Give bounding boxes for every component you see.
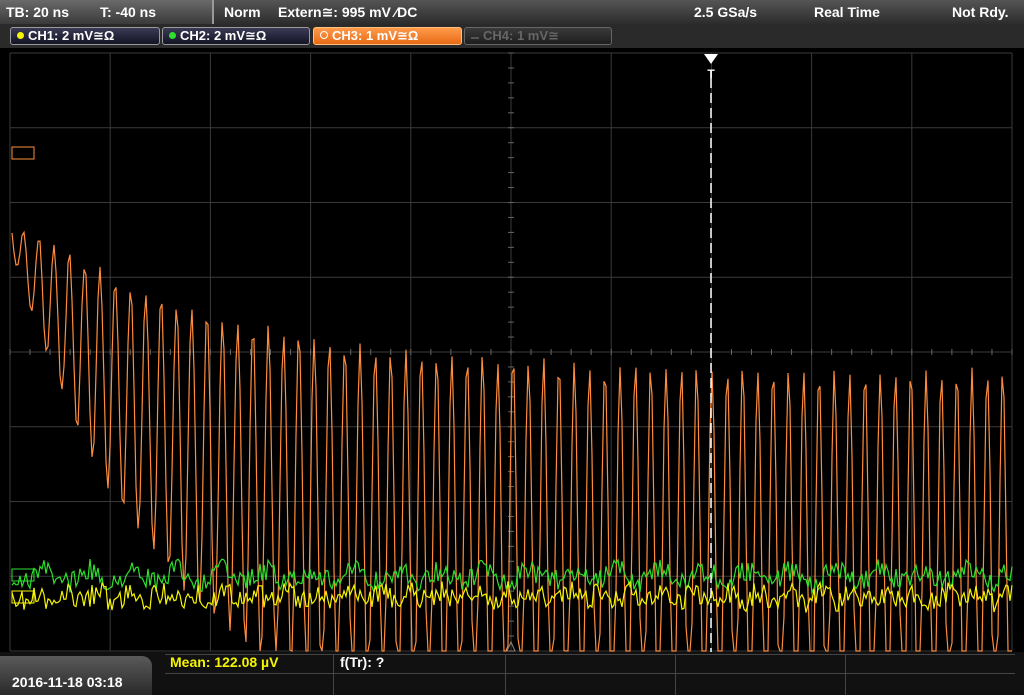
channel-2-label: CH2: 2 mV≅Ω xyxy=(180,28,267,43)
measurement-divider xyxy=(165,654,1015,655)
channel-2-button[interactable]: CH2: 2 mV≅Ω xyxy=(162,27,310,45)
trigger-marker-label: T xyxy=(707,67,715,81)
channel-button-row: CH1: 2 mV≅Ω CH2: 2 mV≅Ω CH3: 1 mV≅Ω CH4:… xyxy=(0,24,1024,48)
run-status-label: Not Rdy. xyxy=(952,4,1009,20)
measurement-divider xyxy=(845,654,846,695)
ftr-measurement[interactable]: f(Tr): ? xyxy=(340,654,384,672)
datetime-label: 2016-11-18 03:18 xyxy=(12,674,123,690)
acquisition-mode-label[interactable]: Real Time xyxy=(814,4,880,20)
channel-2-dot-icon xyxy=(169,32,176,39)
waveform-display[interactable]: T xyxy=(0,48,1024,652)
datetime-box: 2016-11-18 03:18 xyxy=(0,656,152,695)
measurement-divider xyxy=(165,673,1015,674)
channel-1-dot-icon xyxy=(17,32,24,39)
channel-3-button[interactable]: CH3: 1 mV≅Ω xyxy=(313,27,462,45)
channel-1-trace xyxy=(11,580,1013,613)
trigger-time-label[interactable]: T: -40 ns xyxy=(100,4,156,20)
channel-3-dot-icon xyxy=(320,31,328,39)
timebase-box[interactable]: TB: 20 ns T: -40 ns xyxy=(0,0,214,24)
channel-4-dot-icon xyxy=(471,37,479,39)
channel-4-button[interactable]: CH4: 1 mV≅ xyxy=(464,27,612,45)
channel-1-label: CH1: 2 mV≅Ω xyxy=(28,28,115,43)
channel-3-level-marker xyxy=(11,146,35,160)
sample-rate-label[interactable]: 2.5 GSa/s xyxy=(694,4,757,20)
timebase-label[interactable]: TB: 20 ns xyxy=(6,4,69,20)
channel-markers xyxy=(11,146,35,604)
channel-1-button[interactable]: CH1: 2 mV≅Ω xyxy=(10,27,160,45)
measurement-divider xyxy=(333,654,334,695)
channel-3-label: CH3: 1 mV≅Ω xyxy=(332,28,419,43)
trigger-mode-label[interactable]: Norm xyxy=(224,4,261,20)
mean-measurement[interactable]: Mean: 122.08 µV xyxy=(170,654,278,672)
measurement-divider xyxy=(505,654,506,695)
channel-4-label: CH4: 1 mV≅ xyxy=(483,28,559,43)
trigger-source-label[interactable]: Extern≅: 995 mV ∕DC xyxy=(278,4,417,21)
top-status-bar: TB: 20 ns T: -40 ns Norm Extern≅: 995 mV… xyxy=(0,0,1024,24)
trigger-arrow-icon xyxy=(704,54,718,64)
waveform-svg: T xyxy=(9,52,1013,652)
measurement-divider xyxy=(675,654,676,695)
